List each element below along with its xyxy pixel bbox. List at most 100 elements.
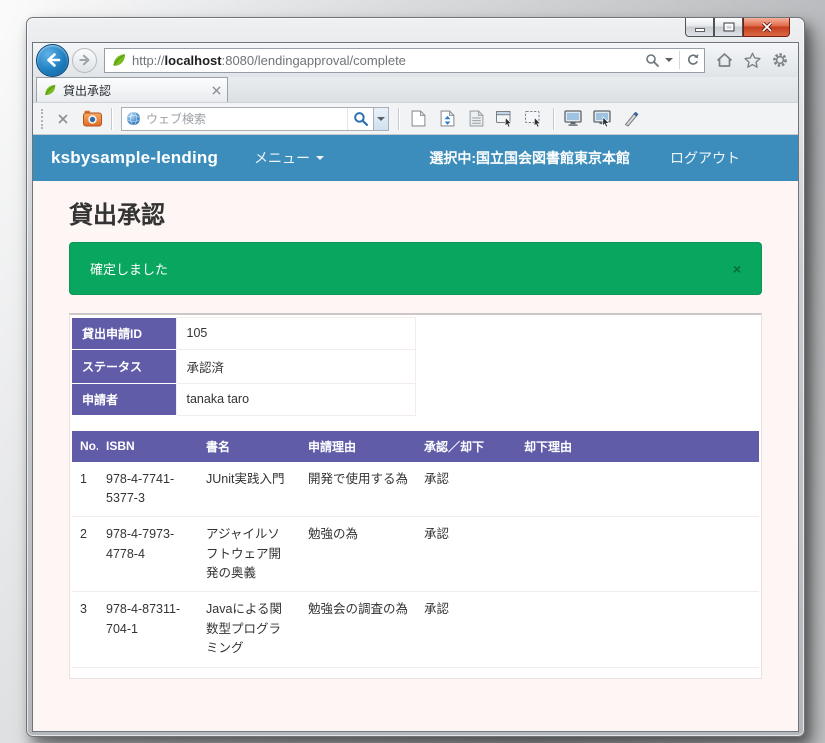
monitor-icon[interactable] xyxy=(563,108,583,130)
minimize-icon xyxy=(694,27,705,32)
select-region-icon[interactable] xyxy=(524,108,544,130)
info-value: 承認済 xyxy=(175,348,416,384)
info-value: tanaka taro xyxy=(175,382,416,416)
tab-title: 貸出承認 xyxy=(63,83,112,98)
divider xyxy=(679,51,680,69)
url-text: http://localhost:8080/lendingapproval/co… xyxy=(132,52,406,68)
app-navbar: ksbysample-lending メニュー 選択中:国立国会図書館東京本館 … xyxy=(33,135,798,181)
table-header-row: No. ISBN 書名 申請理由 承認／却下 却下理由 xyxy=(72,430,759,462)
maximize-icon xyxy=(723,22,734,32)
logout-link[interactable]: ログアウト xyxy=(670,148,740,168)
title-bar[interactable] xyxy=(27,18,804,42)
column-header-title: 書名 xyxy=(198,430,300,462)
application-info-table: 貸出申請ID 105 ステータス 承認済 申請者 tanaka taro xyxy=(72,317,416,416)
globe-icon xyxy=(126,111,141,126)
table-row: 貸出申請ID 105 xyxy=(72,317,416,350)
toolbar-separator xyxy=(111,107,112,130)
back-arrow-icon xyxy=(46,53,60,67)
close-icon xyxy=(761,22,772,32)
cell-title: アジャイルソフトウェア開発の奥義 xyxy=(198,516,300,593)
web-search-box[interactable] xyxy=(121,106,389,131)
cell-reject-reason xyxy=(516,461,759,518)
table-row: 1 978-4-7741-5377-3 JUnit実践入門 開発で使用する為 承… xyxy=(72,461,759,518)
cell-isbn: 978-4-7741-5377-3 xyxy=(98,461,198,518)
site-favicon-leaf-icon xyxy=(113,54,126,66)
column-header-approve: 承認／却下 xyxy=(416,430,516,462)
alert-message: 確定しました xyxy=(90,262,169,277)
new-page-icon[interactable] xyxy=(408,108,428,130)
pen-tool-icon[interactable] xyxy=(621,108,641,130)
minimize-button[interactable] xyxy=(685,18,714,37)
cell-reject-reason xyxy=(516,516,759,593)
page-viewport: ksbysample-lending メニュー 選択中:国立国会図書館東京本館 … xyxy=(33,135,798,731)
home-icon[interactable] xyxy=(716,52,733,68)
toolbar-drag-handle[interactable] xyxy=(41,108,44,129)
cell-approve: 承認 xyxy=(416,461,516,518)
tab-favicon-leaf-icon xyxy=(45,84,56,96)
menu-dropdown[interactable]: メニュー xyxy=(254,148,325,168)
cell-reason: 勉強会の調査の為 xyxy=(300,591,416,668)
monitor-select-icon[interactable] xyxy=(592,108,612,130)
page-document-icon[interactable] xyxy=(466,108,486,130)
screenshot-camera-icon[interactable] xyxy=(82,108,102,130)
cell-reject-reason xyxy=(516,591,759,668)
cell-title: Javaによる関数型プログラミング xyxy=(198,591,300,668)
url-search-icon[interactable] xyxy=(645,53,659,67)
column-header-reason: 申請理由 xyxy=(300,430,416,462)
addon-toolbar xyxy=(33,102,798,135)
web-search-input[interactable] xyxy=(146,111,347,126)
search-magnifier-icon[interactable] xyxy=(347,107,373,130)
cell-reason: 開発で使用する為 xyxy=(300,461,416,518)
tab-strip: 貸出承認 xyxy=(33,77,798,102)
info-label: ステータス xyxy=(72,349,176,384)
cell-reason: 勉強の為 xyxy=(300,516,416,593)
back-button[interactable] xyxy=(36,43,69,77)
browser-window: http://localhost:8080/lendingapproval/co… xyxy=(26,17,805,737)
cell-no: 3 xyxy=(72,591,98,668)
toolbar-close-icon[interactable] xyxy=(53,108,73,130)
tab-close-icon[interactable] xyxy=(212,85,221,95)
app-brand[interactable]: ksbysample-lending xyxy=(51,148,218,168)
cell-no: 2 xyxy=(72,516,98,593)
result-panel: 貸出申請ID 105 ステータス 承認済 申請者 tanaka taro No.… xyxy=(69,313,762,679)
url-dropdown-caret-icon[interactable] xyxy=(665,58,673,62)
cell-approve: 承認 xyxy=(416,516,516,593)
selected-library-label: 選択中:国立国会図書館東京本館 xyxy=(429,150,630,166)
info-label: 貸出申請ID xyxy=(72,317,176,350)
info-value: 105 xyxy=(175,317,416,350)
menu-caret-icon xyxy=(316,156,325,160)
refresh-icon[interactable] xyxy=(686,53,700,67)
toolbar-separator xyxy=(398,107,399,130)
forward-button[interactable] xyxy=(72,47,97,73)
toolbar-separator xyxy=(553,107,554,130)
address-bar-row: http://localhost:8080/lendingapproval/co… xyxy=(33,43,798,77)
table-row: 2 978-4-7973-4778-4 アジャイルソフトウェア開発の奥義 勉強の… xyxy=(72,516,759,593)
page-title: 貸出承認 xyxy=(69,202,165,229)
close-button[interactable] xyxy=(743,18,790,37)
page-sync-icon[interactable] xyxy=(437,108,457,130)
alert-close-icon[interactable]: × xyxy=(733,261,741,277)
search-dropdown-caret-icon[interactable] xyxy=(373,107,388,130)
column-header-no: No. xyxy=(72,430,98,462)
forward-arrow-icon xyxy=(78,54,90,66)
page-content: 貸出承認 確定しました × 貸出申請ID 105 ステータス 承認済 申請者 t… xyxy=(33,181,798,731)
cell-approve: 承認 xyxy=(416,591,516,668)
maximize-button[interactable] xyxy=(714,18,743,37)
column-header-isbn: ISBN xyxy=(98,430,198,462)
info-label: 申請者 xyxy=(72,383,176,416)
approval-detail-table: No. ISBN 書名 申請理由 承認／却下 却下理由 1 978-4-7741… xyxy=(72,430,759,668)
settings-gear-icon[interactable] xyxy=(772,52,788,68)
cell-isbn: 978-4-7973-4778-4 xyxy=(98,516,198,593)
table-row: 3 978-4-87311-704-1 Javaによる関数型プログラミング 勉強… xyxy=(72,591,759,668)
table-row: 申請者 tanaka taro xyxy=(72,382,416,416)
select-window-icon[interactable] xyxy=(495,108,515,130)
column-header-reject-reason: 却下理由 xyxy=(516,430,759,462)
favorites-star-icon[interactable] xyxy=(744,52,761,68)
table-row: ステータス 承認済 xyxy=(72,348,416,384)
cell-isbn: 978-4-87311-704-1 xyxy=(98,591,198,668)
success-alert: 確定しました × xyxy=(69,242,762,295)
tab-lending-approval[interactable]: 貸出承認 xyxy=(36,77,228,102)
cell-no: 1 xyxy=(72,461,98,518)
url-field[interactable]: http://localhost:8080/lendingapproval/co… xyxy=(104,47,705,73)
cell-title: JUnit実践入門 xyxy=(198,461,300,518)
